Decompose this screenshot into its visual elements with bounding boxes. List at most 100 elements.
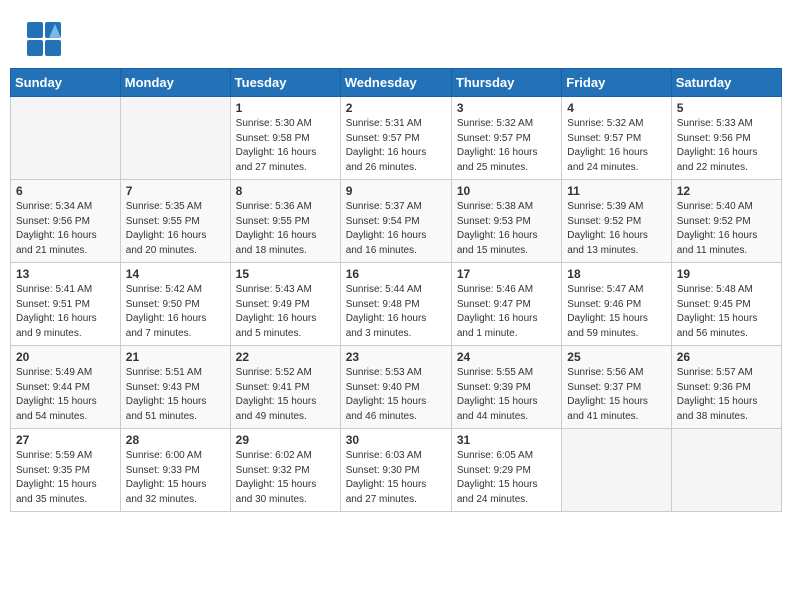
day-info: Sunrise: 5:53 AM Sunset: 9:40 PM Dayligh… [346, 366, 446, 424]
day-number: 2 [346, 101, 446, 115]
calendar-week-row: 1 Sunrise: 5:30 AM Sunset: 9:58 PM Daylig… [11, 97, 782, 180]
day-number: 19 [677, 267, 776, 281]
calendar-cell: 26Sunrise: 5:57 AM Sunset: 9:36 PM Dayli… [671, 346, 781, 429]
day-info: Sunrise: 5:44 AM Sunset: 9:48 PM Dayligh… [346, 283, 446, 341]
calendar-cell: 24 Sunrise: 5:55 AM Sunset: 9:39 PM Dayli… [451, 346, 561, 429]
calendar-cell: 27 Sunrise: 5:59 AM Sunset: 9:35 PM Dayli… [11, 429, 121, 512]
day-number: 13 [16, 267, 115, 281]
calendar-cell: 3 Sunrise: 5:32 AM Sunset: 9:57 PM Daylig… [451, 97, 561, 180]
day-info: Sunrise: 5:31 AM Sunset: 9:57 PM Dayligh… [346, 117, 446, 175]
calendar-cell: 23 Sunrise: 5:53 AM Sunset: 9:40 PM Dayli… [340, 346, 451, 429]
day-number: 23 [346, 350, 446, 364]
day-info: Sunrise: 5:40 AM Sunset: 9:52 PM Dayligh… [677, 200, 776, 258]
day-number: 9 [346, 184, 446, 198]
day-info: Sunrise: 5:32 AM Sunset: 9:57 PM Dayligh… [457, 117, 556, 175]
calendar-cell: 14 Sunrise: 5:42 AM Sunset: 9:50 PM Dayli… [120, 263, 230, 346]
day-number: 14 [126, 267, 225, 281]
calendar-cell [11, 97, 121, 180]
logo-icon [25, 20, 63, 58]
calendar-cell: 2 Sunrise: 5:31 AM Sunset: 9:57 PM Daylig… [340, 97, 451, 180]
day-info: Sunrise: 5:52 AM Sunset: 9:41 PM Dayligh… [236, 366, 335, 424]
calendar-cell: 11 Sunrise: 5:39 AM Sunset: 9:52 PM Dayli… [562, 180, 671, 263]
calendar-cell: 22 Sunrise: 5:52 AM Sunset: 9:41 PM Dayli… [230, 346, 340, 429]
day-number: 24 [457, 350, 556, 364]
calendar-week-row: 20Sunrise: 5:49 AM Sunset: 9:44 PM Dayli… [11, 346, 782, 429]
day-number: 3 [457, 101, 556, 115]
calendar-cell: 4 Sunrise: 5:32 AM Sunset: 9:57 PM Daylig… [562, 97, 671, 180]
day-info: Sunrise: 5:33 AM Sunset: 9:56 PM Dayligh… [677, 117, 776, 175]
day-info: Sunrise: 5:46 AM Sunset: 9:47 PM Dayligh… [457, 283, 556, 341]
calendar-header-row: SundayMondayTuesdayWednesdayThursdayFrid… [11, 69, 782, 97]
day-info: Sunrise: 5:37 AM Sunset: 9:54 PM Dayligh… [346, 200, 446, 258]
day-number: 6 [16, 184, 115, 198]
calendar-cell: 19Sunrise: 5:48 AM Sunset: 9:45 PM Dayli… [671, 263, 781, 346]
calendar-cell: 7Sunrise: 5:35 AM Sunset: 9:55 PM Daylig… [120, 180, 230, 263]
calendar-cell: 16 Sunrise: 5:44 AM Sunset: 9:48 PM Dayli… [340, 263, 451, 346]
day-info: Sunrise: 5:30 AM Sunset: 9:58 PM Dayligh… [236, 117, 335, 175]
day-number: 27 [16, 433, 115, 447]
day-info: Sunrise: 5:35 AM Sunset: 9:55 PM Dayligh… [126, 200, 225, 258]
day-info: Sunrise: 5:56 AM Sunset: 9:37 PM Dayligh… [567, 366, 665, 424]
page-header [10, 10, 782, 63]
day-number: 16 [346, 267, 446, 281]
calendar-cell: 9 Sunrise: 5:37 AM Sunset: 9:54 PM Daylig… [340, 180, 451, 263]
calendar-cell [120, 97, 230, 180]
calendar-week-row: 13 Sunrise: 5:41 AM Sunset: 9:51 PM Dayli… [11, 263, 782, 346]
calendar-cell: 25 Sunrise: 5:56 AM Sunset: 9:37 PM Dayli… [562, 346, 671, 429]
calendar-cell: 10 Sunrise: 5:38 AM Sunset: 9:53 PM Dayli… [451, 180, 561, 263]
day-number: 10 [457, 184, 556, 198]
day-info: Sunrise: 5:32 AM Sunset: 9:57 PM Dayligh… [567, 117, 665, 175]
day-info: Sunrise: 5:38 AM Sunset: 9:53 PM Dayligh… [457, 200, 556, 258]
day-info: Sunrise: 5:55 AM Sunset: 9:39 PM Dayligh… [457, 366, 556, 424]
weekday-header-monday: Monday [120, 69, 230, 97]
day-number: 30 [346, 433, 446, 447]
weekday-header-saturday: Saturday [671, 69, 781, 97]
day-info: Sunrise: 5:42 AM Sunset: 9:50 PM Dayligh… [126, 283, 225, 341]
day-info: Sunrise: 5:59 AM Sunset: 9:35 PM Dayligh… [16, 449, 115, 507]
day-info: Sunrise: 6:02 AM Sunset: 9:32 PM Dayligh… [236, 449, 335, 507]
day-number: 25 [567, 350, 665, 364]
calendar-cell: 31Sunrise: 6:05 AM Sunset: 9:29 PM Dayli… [451, 429, 561, 512]
day-info: Sunrise: 5:51 AM Sunset: 9:43 PM Dayligh… [126, 366, 225, 424]
day-number: 18 [567, 267, 665, 281]
day-number: 22 [236, 350, 335, 364]
calendar-table: SundayMondayTuesdayWednesdayThursdayFrid… [10, 68, 782, 512]
day-number: 17 [457, 267, 556, 281]
calendar-cell: 30Sunrise: 6:03 AM Sunset: 9:30 PM Dayli… [340, 429, 451, 512]
weekday-header-thursday: Thursday [451, 69, 561, 97]
calendar-week-row: 27 Sunrise: 5:59 AM Sunset: 9:35 PM Dayli… [11, 429, 782, 512]
calendar-cell: 20Sunrise: 5:49 AM Sunset: 9:44 PM Dayli… [11, 346, 121, 429]
day-info: Sunrise: 5:43 AM Sunset: 9:49 PM Dayligh… [236, 283, 335, 341]
day-number: 31 [457, 433, 556, 447]
day-number: 21 [126, 350, 225, 364]
day-number: 11 [567, 184, 665, 198]
calendar-cell: 29Sunrise: 6:02 AM Sunset: 9:32 PM Dayli… [230, 429, 340, 512]
day-number: 4 [567, 101, 665, 115]
day-info: Sunrise: 5:41 AM Sunset: 9:51 PM Dayligh… [16, 283, 115, 341]
day-info: Sunrise: 5:39 AM Sunset: 9:52 PM Dayligh… [567, 200, 665, 258]
calendar-cell: 1 Sunrise: 5:30 AM Sunset: 9:58 PM Daylig… [230, 97, 340, 180]
day-number: 8 [236, 184, 335, 198]
day-number: 1 [236, 101, 335, 115]
calendar-cell: 12 Sunrise: 5:40 AM Sunset: 9:52 PM Dayli… [671, 180, 781, 263]
calendar-cell: 5 Sunrise: 5:33 AM Sunset: 9:56 PM Daylig… [671, 97, 781, 180]
weekday-header-wednesday: Wednesday [340, 69, 451, 97]
day-number: 15 [236, 267, 335, 281]
day-info: Sunrise: 6:00 AM Sunset: 9:33 PM Dayligh… [126, 449, 225, 507]
calendar-cell: 18 Sunrise: 5:47 AM Sunset: 9:46 PM Dayli… [562, 263, 671, 346]
calendar-cell: 17 Sunrise: 5:46 AM Sunset: 9:47 PM Dayli… [451, 263, 561, 346]
calendar-cell: 13 Sunrise: 5:41 AM Sunset: 9:51 PM Dayli… [11, 263, 121, 346]
logo [25, 20, 67, 58]
day-info: Sunrise: 5:49 AM Sunset: 9:44 PM Dayligh… [16, 366, 115, 424]
calendar-week-row: 6Sunrise: 5:34 AM Sunset: 9:56 PM Daylig… [11, 180, 782, 263]
calendar-cell: 28Sunrise: 6:00 AM Sunset: 9:33 PM Dayli… [120, 429, 230, 512]
calendar-cell: 6Sunrise: 5:34 AM Sunset: 9:56 PM Daylig… [11, 180, 121, 263]
day-info: Sunrise: 5:47 AM Sunset: 9:46 PM Dayligh… [567, 283, 665, 341]
weekday-header-friday: Friday [562, 69, 671, 97]
calendar-cell [671, 429, 781, 512]
day-number: 5 [677, 101, 776, 115]
calendar-cell [562, 429, 671, 512]
day-info: Sunrise: 5:36 AM Sunset: 9:55 PM Dayligh… [236, 200, 335, 258]
day-number: 12 [677, 184, 776, 198]
weekday-header-tuesday: Tuesday [230, 69, 340, 97]
